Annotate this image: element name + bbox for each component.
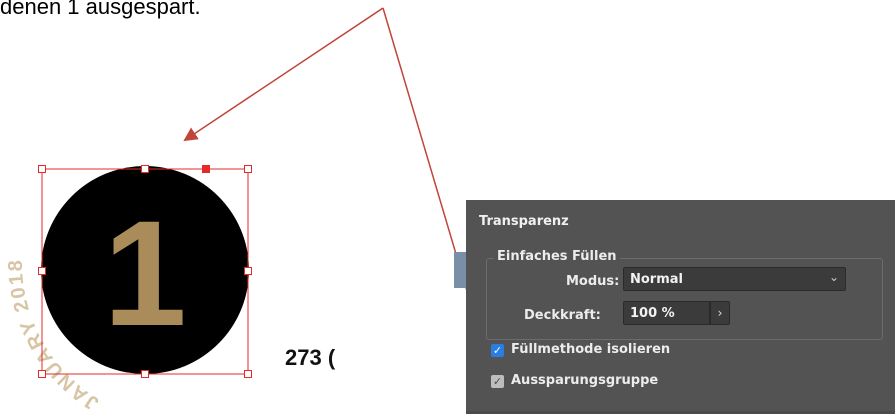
knockout-group-label[interactable]: Aussparungsgruppe <box>511 373 658 388</box>
left-strip <box>454 252 466 288</box>
opacity-input[interactable]: 100 % <box>623 301 710 325</box>
modus-value: Normal <box>630 272 683 287</box>
handle-top-middle <box>141 165 149 173</box>
handle-top-right <box>244 165 252 173</box>
side-text: 273 ( <box>285 345 336 370</box>
knockout-group-checkbox[interactable]: ✓ <box>491 375 504 388</box>
handle-middle-left <box>38 267 46 275</box>
modus-label: Modus: <box>566 274 620 289</box>
arrow-to-circle <box>183 7 384 142</box>
handle-middle-right <box>244 267 252 275</box>
group-title: Einfaches Füllen <box>494 249 620 264</box>
panel-title: Transparenz <box>479 214 569 229</box>
big-digit: 1 <box>103 189 186 357</box>
chevron-down-icon[interactable]: ⌄ <box>829 270 839 284</box>
opacity-label: Deckkraft: <box>524 308 601 323</box>
handle-bottom-left <box>38 370 46 378</box>
handle-bottom-middle <box>141 370 149 378</box>
isolate-blending-checkbox[interactable]: ✓ <box>491 344 504 357</box>
modus-select[interactable]: Normal ⌄ <box>623 267 846 291</box>
transparency-panel: Transparenz Einfaches Füllen Modus: Norm… <box>454 200 895 414</box>
handle-top-left <box>38 165 46 173</box>
chevron-right-icon[interactable]: › <box>710 301 730 325</box>
opacity-value: 100 % <box>630 306 675 321</box>
handle-bottom-right <box>244 370 252 378</box>
panel-titlebar[interactable]: Transparenz <box>466 200 895 241</box>
isolate-blending-label[interactable]: Füllmethode isolieren <box>511 342 670 357</box>
anchor-handle[interactable] <box>202 165 210 173</box>
